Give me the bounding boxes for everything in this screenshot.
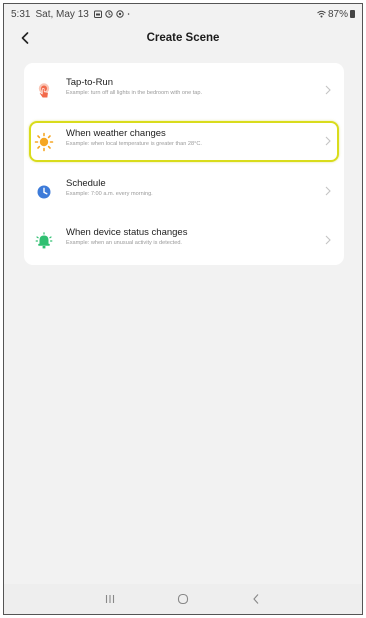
status-date: Sat, May 13 <box>35 8 89 20</box>
home-button[interactable] <box>171 589 195 609</box>
tap-hand-icon <box>34 81 54 101</box>
option-title: Tap-to-Run <box>66 77 113 88</box>
option-weather-changes[interactable]: When weather changes Example: when local… <box>24 120 344 164</box>
status-bar: 5:31 Sat, May 13 87% <box>4 4 362 24</box>
header: Create Scene <box>4 24 362 52</box>
option-text: Schedule Example: 7:00 a.m. every mornin… <box>66 177 314 199</box>
dot-icon <box>127 13 130 15</box>
chevron-right-icon <box>324 185 332 197</box>
wifi-icon <box>317 10 326 18</box>
chevron-right-icon <box>324 234 332 246</box>
page-title: Create Scene <box>146 32 220 44</box>
option-title: When weather changes <box>66 128 166 139</box>
recent-apps-icon <box>106 595 115 603</box>
option-schedule[interactable]: Schedule Example: 7:00 a.m. every mornin… <box>24 170 344 214</box>
option-text: When weather changes Example: when local… <box>66 127 314 149</box>
home-icon <box>177 593 189 605</box>
system-nav-bar <box>4 584 362 614</box>
chevron-left-icon <box>21 32 29 44</box>
status-left: 5:31 Sat, May 13 <box>11 9 132 20</box>
back-nav-button[interactable] <box>244 589 268 609</box>
device-screen: 5:31 Sat, May 13 87% Create Scene Tap-to… <box>3 3 363 615</box>
status-icons <box>93 10 132 18</box>
battery-percent: 87% <box>327 8 348 20</box>
option-device-status-changes[interactable]: When device status changes Example: when… <box>24 219 344 263</box>
status-right: 87% <box>317 9 355 20</box>
option-text: When device status changes Example: when… <box>66 226 314 248</box>
option-subtitle: Example: turn off all lights in the bedr… <box>66 90 203 96</box>
sync-icon <box>105 10 113 18</box>
option-subtitle: Example: when local temperature is great… <box>66 141 202 147</box>
option-title: Schedule <box>66 178 106 189</box>
sun-icon <box>34 132 54 152</box>
option-subtitle: Example: when an unusual activity is det… <box>66 240 182 246</box>
battery-icon <box>350 10 355 18</box>
recent-apps-button[interactable] <box>98 589 122 609</box>
chevron-right-icon <box>324 135 332 147</box>
chevron-right-icon <box>324 84 332 96</box>
calendar-icon <box>93 10 102 18</box>
device-status-icon <box>34 231 54 251</box>
clock-icon <box>34 182 54 202</box>
settings-icon <box>116 10 124 18</box>
back-icon <box>252 594 259 604</box>
option-subtitle: Example: 7:00 a.m. every morning. <box>66 191 153 197</box>
scene-options-card: Tap-to-Run Example: turn off all lights … <box>24 63 344 265</box>
option-tap-to-run[interactable]: Tap-to-Run Example: turn off all lights … <box>24 69 344 113</box>
status-time: 5:31 <box>11 8 31 20</box>
option-title: When device status changes <box>66 227 188 238</box>
back-button[interactable] <box>14 27 36 49</box>
option-text: Tap-to-Run Example: turn off all lights … <box>66 76 314 98</box>
